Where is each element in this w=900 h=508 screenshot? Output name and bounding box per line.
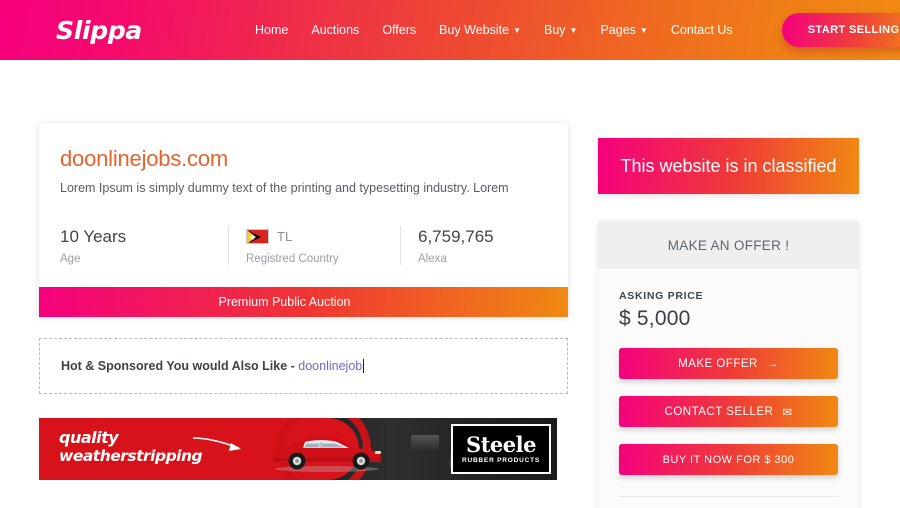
brand-logo[interactable]: Slippa — [56, 16, 142, 45]
make-offer-panel: MAKE AN OFFER ! ASKING PRICE $ 5,000 MAK… — [598, 221, 859, 508]
ad-logo-tagline: RUBBER PRODUCTS — [461, 457, 541, 464]
nav-item-buy[interactable]: Buy ▼ — [544, 23, 577, 37]
start-selling-button[interactable]: START SELLING — [781, 13, 900, 47]
sponsored-prefix: Hot & Sponsored You would Also Like - — [61, 359, 299, 373]
ad-headline: quality weatherstripping — [59, 428, 203, 466]
make-offer-label: MAKE OFFER — [678, 357, 758, 370]
stat-value: 6,759,765 — [418, 226, 494, 246]
listing-description: Lorem Ipsum is simply dummy text of the … — [60, 181, 509, 195]
arrow-right-icon: → — [766, 357, 779, 370]
buy-it-now-label: BUY IT NOW FOR $ 300 — [662, 453, 795, 466]
contact-seller-button[interactable]: CONTACT SELLER ✉ — [619, 396, 838, 427]
country-code: TL — [277, 229, 293, 244]
chevron-down-icon: ▼ — [639, 26, 648, 35]
chevron-down-icon: ▼ — [513, 26, 521, 35]
stat-registered-country: ★ TL Registred Country — [228, 226, 400, 265]
chevron-down-icon: ▼ — [569, 26, 578, 35]
nav-item-contact-us[interactable]: Contact Us — [671, 23, 733, 37]
text-cursor — [363, 359, 365, 373]
nav-label: Buy — [544, 23, 566, 37]
make-offer-button[interactable]: MAKE OFFER → — [619, 348, 838, 379]
premium-public-auction-banner[interactable]: Premium Public Auction — [39, 287, 568, 317]
stat-age: 10 Years Age — [60, 226, 228, 266]
nav-item-buy-website[interactable]: Buy Website ▼ — [439, 23, 521, 37]
ad-car-illustration — [272, 436, 381, 472]
listing-stats: 10 Years Age ★ TL Registred Country 6,75… — [60, 226, 547, 287]
sponsored-link[interactable]: doonlinejob — [298, 359, 362, 373]
nav-item-auctions[interactable]: Auctions — [311, 23, 359, 37]
ad-headline-line2: weatherstripping — [59, 447, 203, 465]
asking-price-value: $ 5,000 — [619, 307, 691, 330]
nav-item-offers[interactable]: Offers — [382, 23, 416, 37]
ad-headline-line1: quality — [59, 428, 119, 447]
nav-item-home[interactable]: Home — [255, 23, 288, 37]
advertisement-banner[interactable]: quality weatherstripping Steele RUBBER P… — [39, 418, 557, 480]
stat-alexa: 6,759,765 Alexa — [400, 226, 494, 265]
stat-label: Registred Country — [246, 253, 339, 265]
main-navigation: Home Auctions Offers Buy Website ▼ Buy ▼… — [255, 13, 900, 47]
timor-leste-flag-icon: ★ — [246, 229, 269, 244]
sponsored-suggestion-box[interactable]: Hot & Sponsored You would Also Like - do… — [39, 338, 568, 394]
ad-logo-name: Steele — [466, 432, 536, 457]
sponsored-text: Hot & Sponsored You would Also Like - do… — [61, 359, 365, 373]
page-body: doonlinejobs.com Lorem Ipsum is simply d… — [0, 60, 900, 508]
asking-price-label: ASKING PRICE — [619, 290, 704, 302]
listing-column: doonlinejobs.com Lorem Ipsum is simply d… — [39, 123, 568, 480]
nav-label: Pages — [600, 23, 636, 37]
offer-sidebar: This website is in classified MAKE AN OF… — [598, 138, 859, 508]
listing-detail-card: doonlinejobs.com Lorem Ipsum is simply d… — [39, 123, 568, 317]
site-header: Slippa Home Auctions Offers Buy Website … — [0, 0, 900, 60]
nav-label: Home — [255, 23, 289, 37]
buy-it-now-button[interactable]: BUY IT NOW FOR $ 300 — [619, 444, 838, 475]
page-title[interactable]: doonlinejobs.com — [60, 146, 547, 172]
stat-label: Age — [60, 253, 81, 265]
sidebar-divider — [619, 496, 838, 497]
contact-seller-label: CONTACT SELLER — [664, 405, 774, 418]
flag-star-icon: ★ — [249, 232, 257, 242]
ad-rubber-strip — [411, 435, 439, 451]
stat-value: 10 Years — [60, 226, 127, 246]
nav-label: Auctions — [311, 23, 360, 37]
ad-arrow-icon — [192, 437, 241, 451]
envelope-icon: ✉ — [782, 406, 793, 419]
nav-label: Offers — [382, 23, 417, 37]
classified-status-banner: This website is in classified — [598, 138, 859, 194]
make-offer-heading: MAKE AN OFFER ! — [598, 221, 859, 269]
nav-label: Buy Website — [439, 23, 510, 37]
nav-label: Contact Us — [670, 23, 733, 37]
stat-label: Alexa — [418, 253, 447, 265]
stat-value-row: ★ TL — [246, 226, 400, 247]
ad-brand-logo: Steele RUBBER PRODUCTS — [451, 424, 551, 474]
nav-item-pages[interactable]: Pages ▼ — [600, 23, 647, 37]
